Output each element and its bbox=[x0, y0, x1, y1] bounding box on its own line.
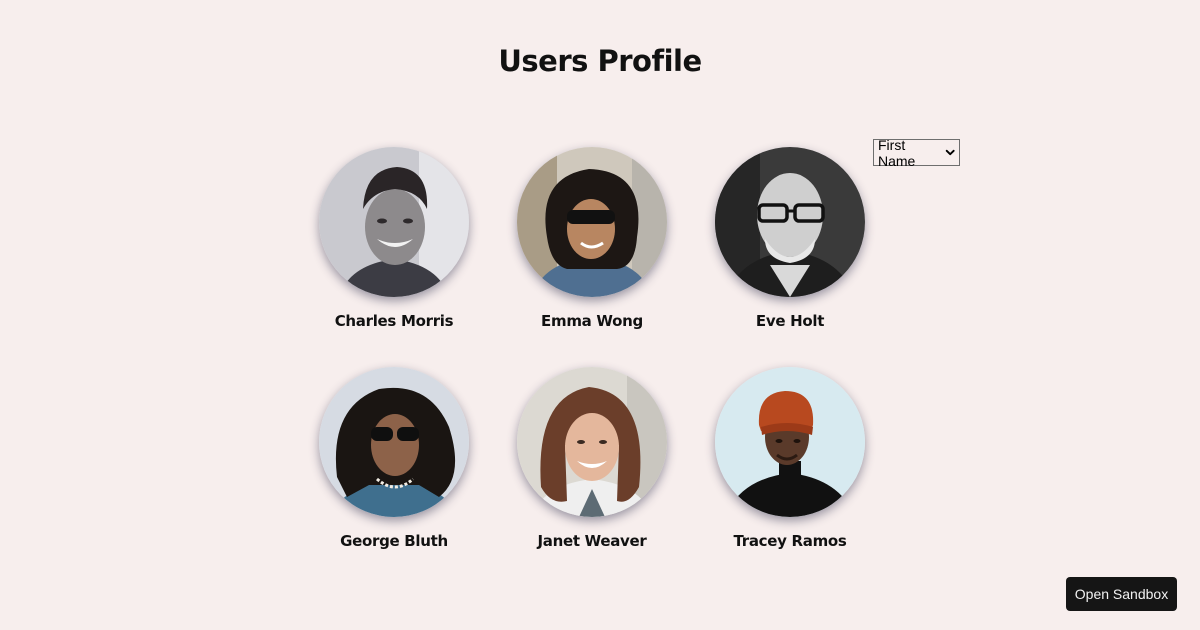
user-name: Charles Morris bbox=[334, 312, 454, 330]
user-card[interactable]: George Bluth bbox=[318, 367, 470, 550]
user-photo bbox=[715, 147, 865, 297]
sort-select-value: First Name bbox=[878, 136, 916, 169]
user-card[interactable]: Janet Weaver bbox=[516, 367, 668, 550]
user-card[interactable]: Tracey Ramos bbox=[714, 367, 866, 550]
user-card[interactable]: Charles Morris bbox=[318, 147, 470, 330]
chevron-down-icon bbox=[945, 149, 955, 156]
user-avatar bbox=[319, 147, 469, 297]
user-avatar bbox=[715, 367, 865, 517]
sort-select[interactable]: First Name bbox=[873, 136, 960, 169]
user-photo bbox=[517, 147, 667, 297]
user-photo bbox=[517, 367, 667, 517]
user-avatar bbox=[319, 367, 469, 517]
user-photo bbox=[319, 367, 469, 517]
user-card[interactable]: Eve Holt bbox=[714, 147, 866, 330]
user-photo bbox=[715, 367, 865, 517]
user-name: Janet Weaver bbox=[537, 532, 647, 550]
user-photo bbox=[319, 147, 469, 297]
user-name: Tracey Ramos bbox=[733, 532, 847, 550]
user-avatar bbox=[517, 147, 667, 297]
user-avatar bbox=[517, 367, 667, 517]
user-card[interactable]: Emma Wong bbox=[516, 147, 668, 330]
user-name: Eve Holt bbox=[755, 312, 825, 330]
user-avatar bbox=[715, 147, 865, 297]
users-profile-page: Users Profile First Name Charles Morris … bbox=[0, 0, 1200, 630]
user-name: Emma Wong bbox=[541, 312, 643, 330]
user-name: George Bluth bbox=[340, 532, 448, 550]
open-sandbox-button[interactable]: Open Sandbox bbox=[1066, 577, 1177, 611]
page-title: Users Profile bbox=[498, 44, 702, 78]
